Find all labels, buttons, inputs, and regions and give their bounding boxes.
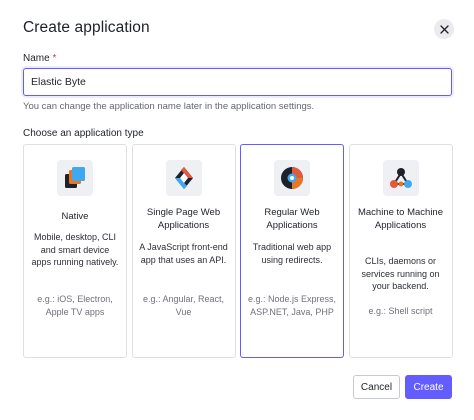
card-examples: e.g.: Angular, React, Vue: [142, 294, 225, 317]
card-description: A JavaScript front-end app that uses an …: [139, 242, 228, 265]
card-title: Single Page Web Applications: [146, 207, 221, 231]
card-title: Regular Web Applications: [264, 207, 320, 231]
app-type-card-spa[interactable]: Single Page Web Applications A JavaScrip…: [131, 144, 236, 358]
cancel-button[interactable]: Cancel: [353, 375, 400, 399]
spa-icon: [165, 160, 202, 196]
native-app-icon: [57, 160, 93, 196]
name-input[interactable]: [23, 68, 452, 96]
app-type-card-native[interactable]: Native Mobile, desktop, CLI and smart de…: [23, 144, 127, 358]
app-type-card-m2m[interactable]: Machine to Machine Applications CLIs, da…: [348, 144, 453, 358]
app-type-label: Choose an application type: [23, 128, 144, 139]
regular-web-app-icon: [273, 159, 310, 196]
app-type-card-regular-web[interactable]: Regular Web Applications Traditional web…: [240, 144, 344, 358]
app-type-options: Native Mobile, desktop, CLI and smart de…: [23, 144, 453, 358]
card-title: Native: [61, 211, 89, 222]
card-examples: e.g.: Shell script: [368, 306, 433, 316]
required-marker: *: [52, 53, 57, 64]
close-icon: [439, 24, 449, 34]
close-button[interactable]: [434, 19, 454, 39]
card-title: Machine to Machine Applications: [357, 207, 444, 231]
card-examples: e.g.: Node.js Express, ASP.NET, Java, PH…: [247, 294, 337, 317]
card-description: Mobile, desktop, CLI and smart device ap…: [31, 232, 119, 267]
create-button[interactable]: Create: [405, 375, 452, 399]
name-label: Name *: [23, 53, 56, 64]
card-description: Traditional web app using redirects.: [252, 242, 332, 265]
create-application-dialog: Create application Name * You can change…: [0, 0, 474, 420]
dialog-title: Create application: [23, 19, 150, 36]
card-description: CLIs, daemons or services running on you…: [361, 256, 440, 291]
card-examples: e.g.: iOS, Electron, Apple TV apps: [37, 294, 113, 317]
m2m-icon: [382, 160, 419, 196]
name-label-text: Name: [23, 53, 50, 64]
name-helper-text: You can change the application name late…: [23, 101, 315, 112]
